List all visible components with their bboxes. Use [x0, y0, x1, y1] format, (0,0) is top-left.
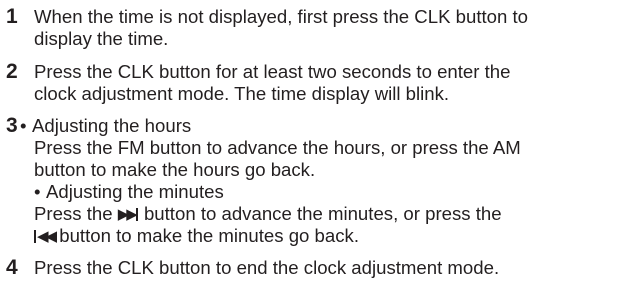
- skip-previous-icon: ◀◀: [37, 227, 57, 245]
- step-text-line: button to make the hours go back.: [34, 159, 316, 180]
- bullet-marker: •: [34, 181, 41, 202]
- skip-next-icon-bar: [135, 208, 138, 221]
- skip-previous-icon-bar: [34, 230, 36, 243]
- step-text: Press the CLK button for at least two se…: [34, 61, 640, 105]
- step-number: 3: [6, 114, 18, 137]
- bullet-heading-text: Adjusting the minutes: [46, 181, 224, 202]
- step-text-line: Press the FM button to advance the hours…: [34, 137, 521, 158]
- step-number: 1: [6, 5, 18, 28]
- bullet-heading-text: Adjusting the hours: [32, 115, 192, 136]
- bullet-heading-minutes: • Adjusting the minutes: [20, 181, 626, 203]
- step-number: 2: [6, 60, 18, 83]
- step-text-line: display the time.: [34, 28, 169, 49]
- step-number: 4: [6, 256, 18, 279]
- step-text-line: Press the ▶▶ button to advance the minut…: [20, 203, 626, 225]
- text-fragment: button to advance the minutes, or press …: [138, 203, 502, 224]
- step-text-line: When the time is not displayed, first pr…: [34, 6, 529, 27]
- step-text-line: ◀◀ button to make the minutes go back.: [20, 225, 626, 247]
- step-text-line: clock adjustment mode. The time display …: [34, 83, 450, 104]
- bullet-heading-hours: • Adjusting the hours: [20, 115, 626, 137]
- step-text: • Adjusting the hours Press the FM button…: [20, 115, 626, 247]
- step-text: Press the CLK button to end the clock ad…: [34, 257, 640, 279]
- step-text-line: Press the CLK button for at least two se…: [34, 61, 511, 82]
- instruction-document: 1 When the time is not displayed, first …: [0, 0, 644, 290]
- step-text-line: Press the CLK button to end the clock ad…: [34, 257, 500, 278]
- skip-next-icon: ▶▶: [117, 205, 138, 223]
- text-fragment: Press the: [34, 203, 118, 224]
- text-fragment: button to make the minutes go back.: [54, 225, 359, 246]
- bullet-marker: •: [20, 115, 27, 136]
- step-text: When the time is not displayed, first pr…: [34, 6, 640, 50]
